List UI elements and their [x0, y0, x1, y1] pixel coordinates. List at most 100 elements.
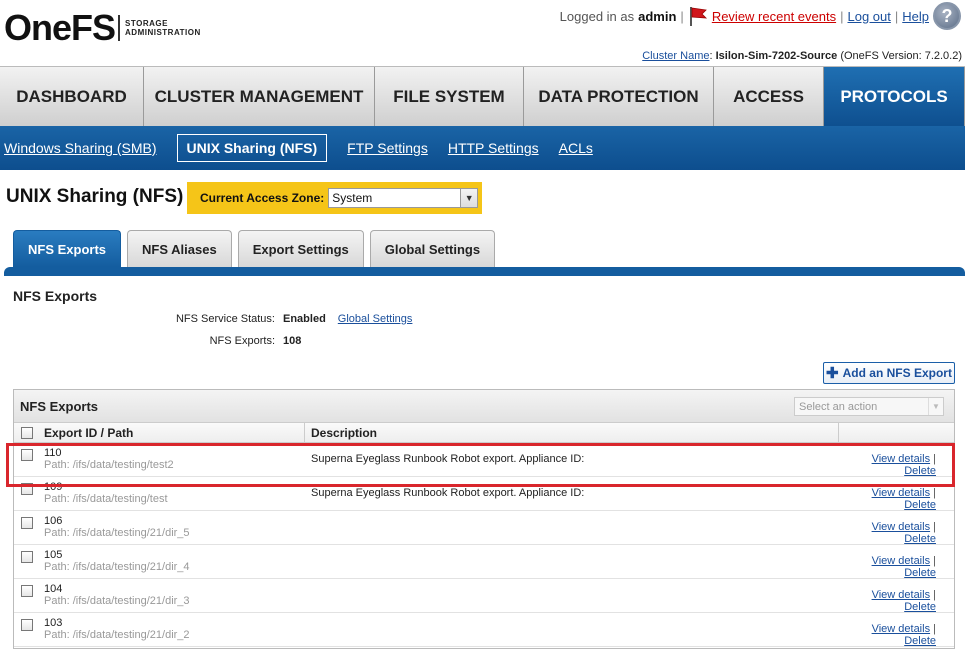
table-row: 103 Path: /ifs/data/testing/21/dir_2 View…: [14, 613, 954, 647]
access-zone-box: Current Access Zone: System ▼: [187, 182, 482, 214]
tab-nfs-exports[interactable]: NFS Exports: [13, 230, 122, 267]
help-icon[interactable]: ?: [933, 2, 961, 30]
row-checkbox[interactable]: [20, 517, 33, 529]
action-select-placeholder: Select an action: [799, 400, 878, 413]
add-nfs-export-label: Add an NFS Export: [842, 366, 952, 380]
add-nfs-export-button[interactable]: ✚ Add an NFS Export: [823, 362, 955, 384]
table-row: 110 Path: /ifs/data/testing/test2 Superna…: [14, 443, 954, 477]
row-checkbox[interactable]: [20, 619, 33, 631]
nfs-tabs: NFS Exports NFS Aliases Export Settings …: [13, 230, 496, 267]
onefs-logo: OneFS STORAGE ADMINISTRATION: [4, 6, 220, 50]
cluster-name-link[interactable]: Cluster Name: [642, 50, 709, 62]
nav-protocols[interactable]: PROTOCOLS: [824, 67, 965, 127]
tab-export-settings[interactable]: Export Settings: [237, 230, 364, 267]
section-title: NFS Exports: [13, 288, 98, 304]
onefs-version: (OneFS Version: 7.2.0.2): [840, 50, 962, 62]
subnav-ftp[interactable]: FTP Settings: [347, 140, 428, 156]
export-description: [311, 579, 838, 612]
select-all-checkbox[interactable]: [20, 426, 33, 439]
action-select[interactable]: Select an action ▼: [794, 397, 944, 416]
separator: |: [680, 8, 684, 24]
protocols-subnav: Windows Sharing (SMB) UNIX Sharing (NFS)…: [0, 126, 965, 170]
table-title: NFS Exports: [20, 398, 99, 414]
delete-link[interactable]: Delete: [904, 601, 936, 613]
table-header-bar: NFS Exports Select an action ▼: [14, 390, 954, 423]
cluster-name: Isilon-Sim-7202-Source: [715, 50, 838, 62]
export-path: Path: /ifs/data/testing/21/dir_4: [44, 561, 190, 573]
logout-link[interactable]: Log out: [847, 9, 890, 24]
export-id: 104: [44, 583, 63, 595]
export-path: Path: /ifs/data/testing/21/dir_3: [44, 595, 190, 607]
page-title: UNIX Sharing (NFS): [6, 186, 184, 207]
nav-access[interactable]: ACCESS: [714, 67, 824, 127]
delete-link[interactable]: Delete: [904, 533, 936, 545]
logo-divider: [118, 15, 121, 41]
separator: |: [894, 8, 899, 24]
subnav-acls[interactable]: ACLs: [559, 140, 593, 156]
row-checkbox[interactable]: [20, 585, 33, 597]
help-link[interactable]: Help: [902, 9, 929, 24]
export-path: Path: /ifs/data/testing/21/dir_5: [44, 527, 190, 539]
nav-dashboard[interactable]: DASHBOARD: [0, 67, 144, 127]
export-id: 103: [44, 617, 63, 629]
review-events-link[interactable]: Review recent events: [712, 9, 836, 24]
exports-count-value: 108: [283, 335, 302, 347]
nfs-exports-table: NFS Exports Select an action ▼ Export ID…: [13, 389, 955, 649]
view-details-link[interactable]: View details: [872, 453, 931, 465]
view-details-link[interactable]: View details: [872, 623, 931, 635]
service-status-row: NFS Service Status: Enabled Global Setting…: [155, 313, 412, 325]
exports-count-label: NFS Exports:: [209, 335, 275, 347]
column-headers: Export ID / Path Description: [14, 423, 954, 443]
delete-link[interactable]: Delete: [904, 635, 936, 647]
tab-nfs-aliases[interactable]: NFS Aliases: [127, 230, 232, 267]
export-description: Superna Eyeglass Runbook Robot export. A…: [311, 487, 585, 499]
logo-subtitle: STORAGE ADMINISTRATION: [125, 19, 201, 37]
export-id: 106: [44, 515, 63, 527]
tab-global-settings[interactable]: Global Settings: [369, 230, 496, 267]
export-description: [311, 545, 838, 578]
chevron-down-icon: ▼: [928, 398, 943, 415]
subnav-http[interactable]: HTTP Settings: [448, 140, 539, 156]
delete-link[interactable]: Delete: [904, 567, 936, 579]
export-id: 109: [44, 481, 63, 493]
view-details-link[interactable]: View details: [872, 589, 931, 601]
export-path: Path: /ifs/data/testing/test2: [44, 459, 174, 471]
logged-in-label: Logged in as: [559, 8, 635, 24]
access-zone-select[interactable]: System ▼: [328, 188, 479, 208]
export-path: Path: /ifs/data/testing/21/dir_2: [44, 629, 190, 641]
view-details-link[interactable]: View details: [872, 555, 931, 567]
row-checkbox[interactable]: [20, 449, 33, 461]
row-checkbox[interactable]: [20, 551, 33, 563]
table-row: 105 Path: /ifs/data/testing/21/dir_4 View…: [14, 545, 954, 579]
chevron-down-icon: ▼: [460, 189, 478, 207]
export-description: [311, 511, 838, 544]
view-details-link[interactable]: View details: [872, 487, 931, 499]
access-zone-label: Current Access Zone:: [200, 191, 325, 205]
export-description: [311, 613, 838, 646]
export-id: 110: [44, 447, 62, 459]
col-description[interactable]: Description: [305, 423, 839, 442]
cluster-info: Cluster Name: Isilon-Sim-7202-Source (On…: [642, 50, 962, 62]
subnav-nfs[interactable]: UNIX Sharing (NFS): [176, 134, 328, 162]
table-row: 106 Path: /ifs/data/testing/21/dir_5 View…: [14, 511, 954, 545]
delete-link[interactable]: Delete: [904, 499, 936, 511]
separator: |: [840, 8, 844, 24]
exports-count-row: NFS Exports: 108: [155, 335, 313, 347]
delete-link[interactable]: Delete: [904, 465, 936, 477]
nav-data-protection[interactable]: DATA PROTECTION: [524, 67, 714, 127]
service-status-label: NFS Service Status:: [175, 313, 275, 325]
main-navigation: DASHBOARD CLUSTER MANAGEMENT FILE SYSTEM…: [0, 66, 965, 127]
export-description: Superna Eyeglass Runbook Robot export. A…: [311, 453, 585, 465]
col-export-id-path[interactable]: Export ID / Path: [39, 423, 305, 442]
global-settings-link[interactable]: Global Settings: [338, 313, 413, 325]
subnav-smb[interactable]: Windows Sharing (SMB): [4, 140, 157, 156]
table-row: 109 Path: /ifs/data/testing/test Superna …: [14, 477, 954, 511]
flag-icon[interactable]: [688, 6, 708, 26]
view-details-link[interactable]: View details: [872, 521, 931, 533]
table-row: 104 Path: /ifs/data/testing/21/dir_3 View…: [14, 579, 954, 613]
export-path: Path: /ifs/data/testing/test: [44, 493, 168, 505]
user-toolbar: Logged in as admin | Review recent event…: [560, 2, 961, 30]
nav-file-system[interactable]: FILE SYSTEM: [375, 67, 524, 127]
row-checkbox[interactable]: [20, 483, 33, 495]
nav-cluster-management[interactable]: CLUSTER MANAGEMENT: [144, 67, 375, 127]
